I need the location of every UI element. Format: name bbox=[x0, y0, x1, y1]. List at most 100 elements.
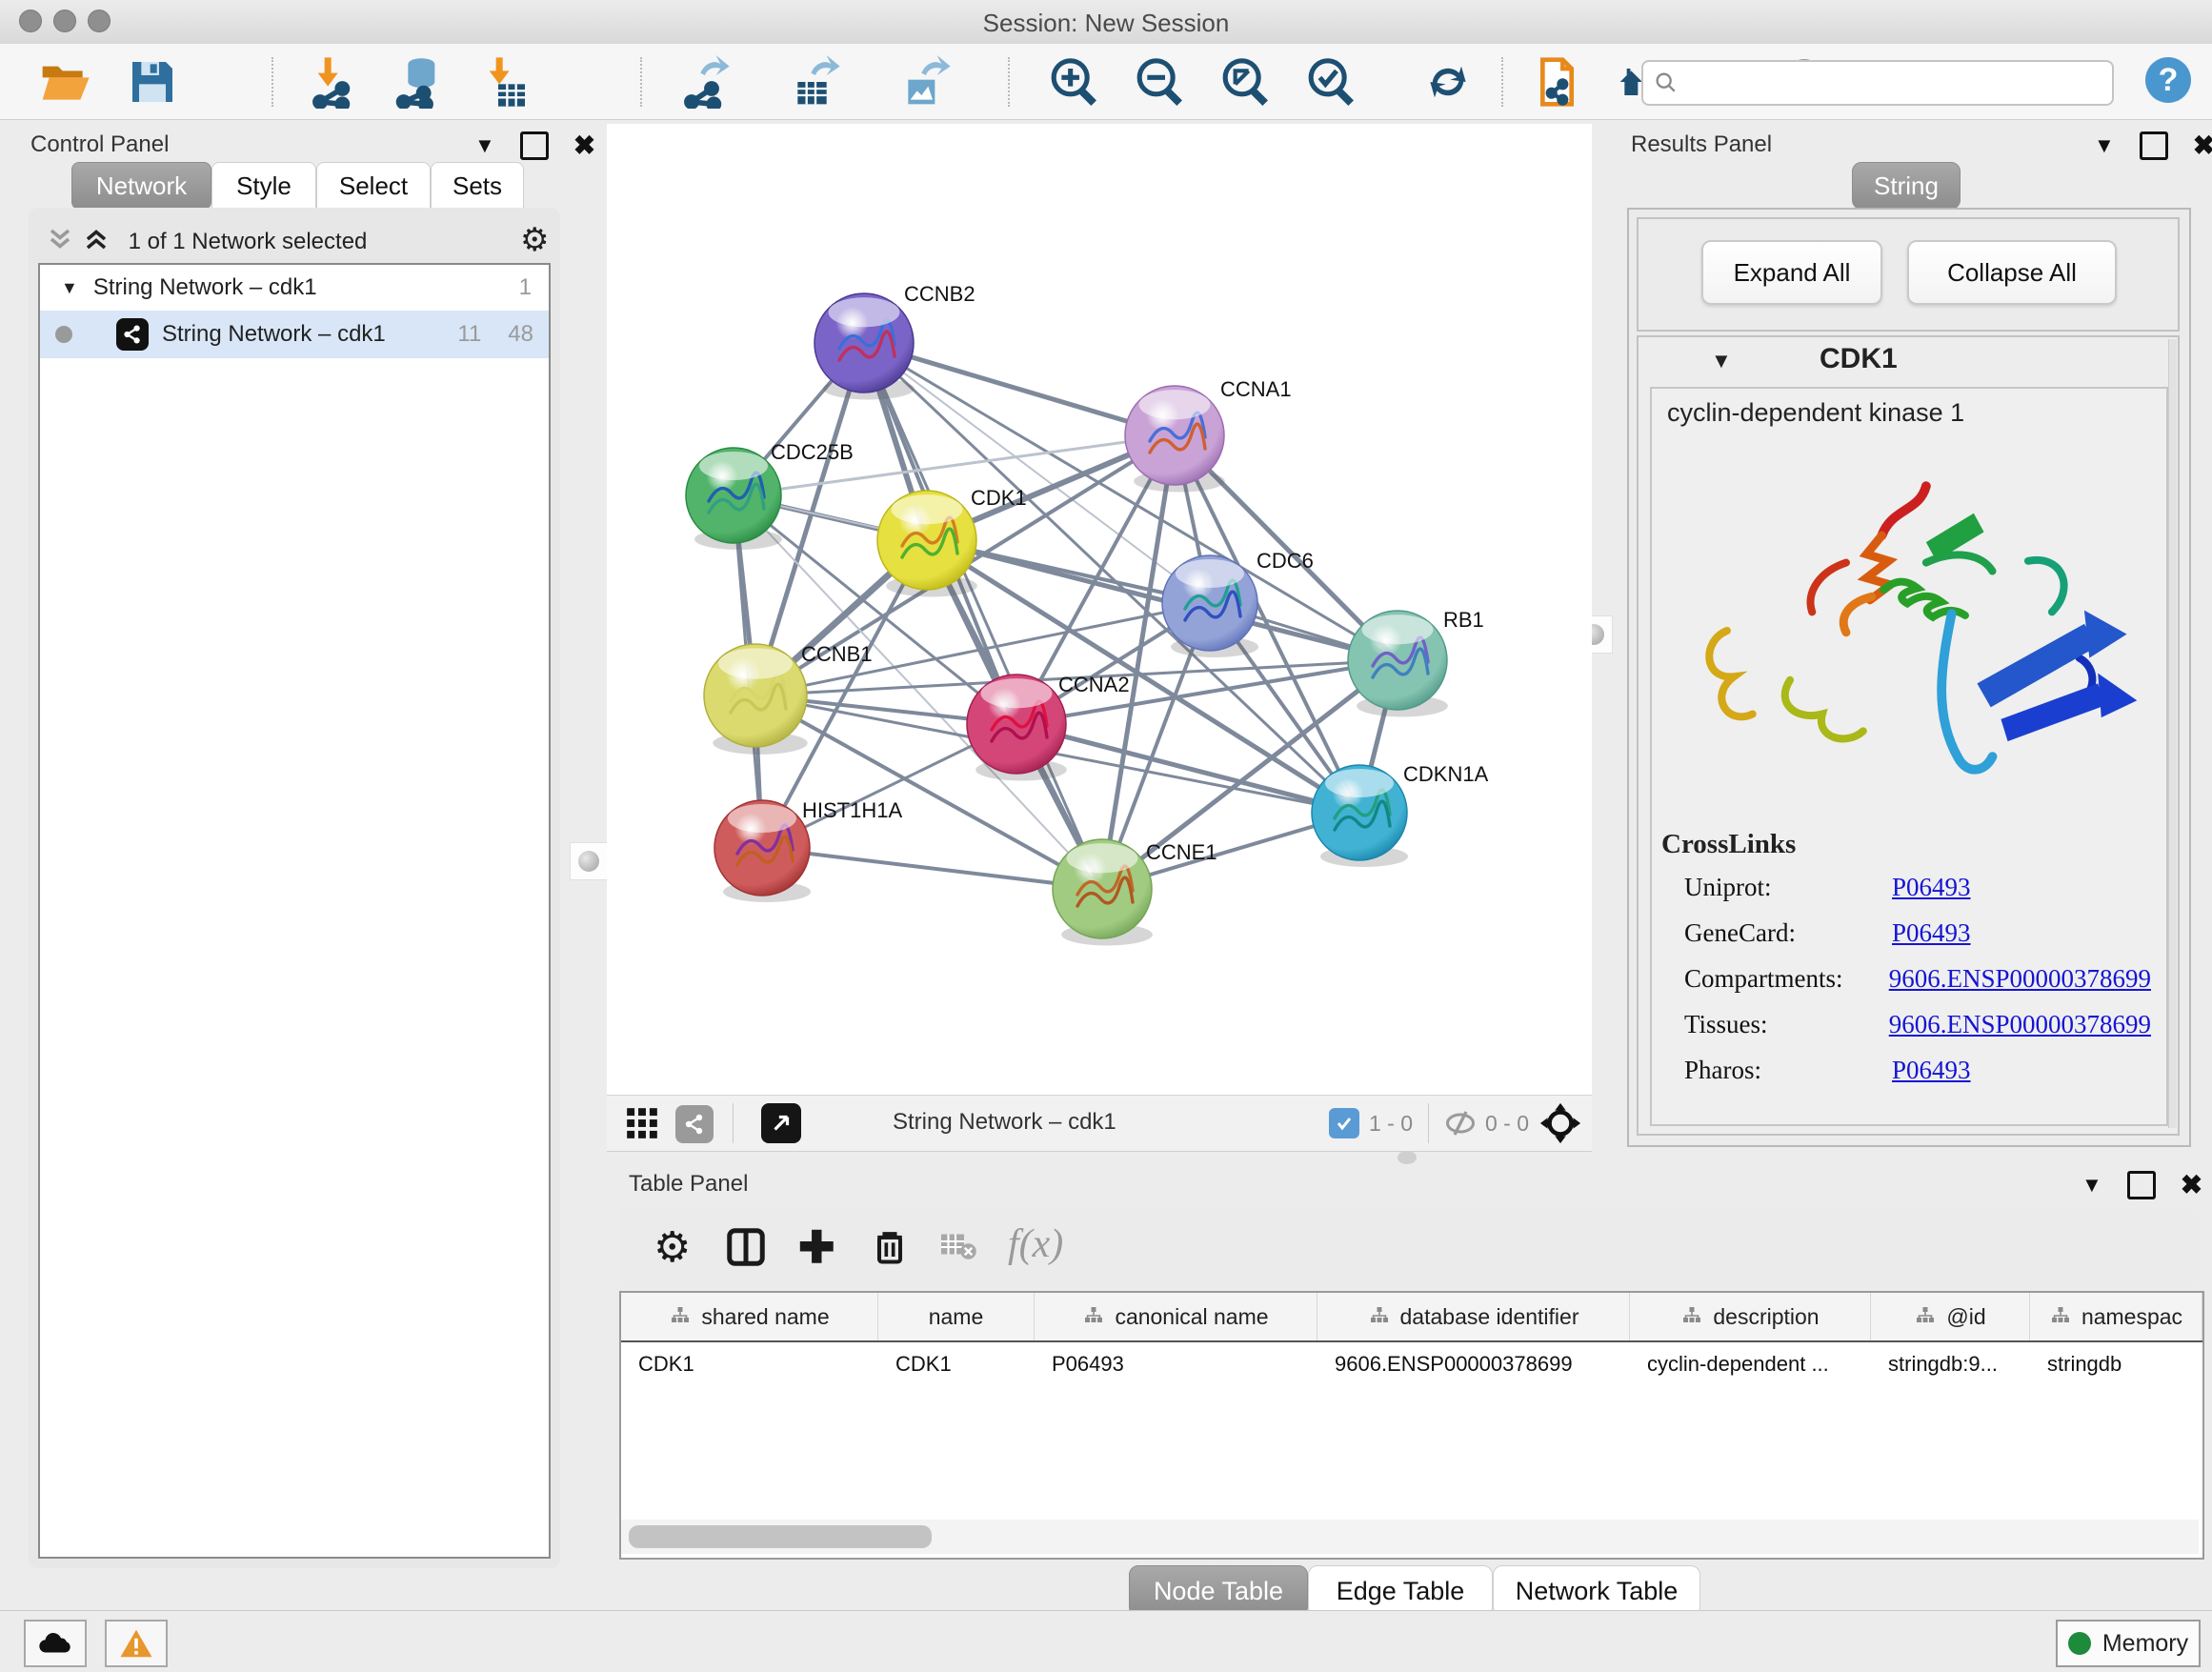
table-cell[interactable]: stringdb bbox=[2030, 1342, 2202, 1386]
fit-crosshair-icon[interactable] bbox=[1538, 1101, 1582, 1145]
open-session-button[interactable] bbox=[38, 55, 91, 109]
crosslink-link[interactable]: P06493 bbox=[1892, 873, 1971, 902]
collapse-panel-icon[interactable]: ▼ bbox=[2081, 1173, 2102, 1198]
column-header-description[interactable]: description bbox=[1630, 1293, 1871, 1340]
zoom-in-button[interactable] bbox=[1046, 55, 1099, 109]
hidden-eye-slash-icon[interactable] bbox=[1443, 1106, 1478, 1140]
search-field[interactable] bbox=[1641, 60, 2114, 106]
refresh-button[interactable] bbox=[1421, 55, 1475, 109]
crosslink-link[interactable]: 9606.ENSP00000378699 bbox=[1889, 964, 2151, 994]
table-settings-gear-icon[interactable]: ⚙ bbox=[654, 1223, 691, 1272]
tab-node-table[interactable]: Node Table bbox=[1129, 1565, 1308, 1617]
gene-collapse-icon[interactable]: ▼ bbox=[1711, 349, 1732, 373]
tab-network-table[interactable]: Network Table bbox=[1493, 1565, 1700, 1617]
table-cell[interactable]: cyclin-dependent ... bbox=[1630, 1342, 1871, 1386]
network-row[interactable]: String Network – cdk1 11 48 bbox=[40, 311, 549, 358]
collapse-panel-icon[interactable]: ▼ bbox=[2094, 133, 2115, 158]
crosslink-link[interactable]: 9606.ENSP00000378699 bbox=[1889, 1010, 2151, 1039]
table-row[interactable]: CDK1CDK1P064939606.ENSP00000378699cyclin… bbox=[621, 1342, 2202, 1386]
tab-network[interactable]: Network bbox=[71, 162, 211, 210]
node-label-ccna2: CCNA2 bbox=[1058, 673, 1130, 696]
tab-style[interactable]: Style bbox=[211, 162, 316, 210]
import-database-button[interactable] bbox=[392, 55, 446, 109]
delete-column-trash-icon[interactable] bbox=[869, 1225, 911, 1267]
selected-checkbox-icon[interactable] bbox=[1329, 1108, 1359, 1138]
zoom-fit-button[interactable] bbox=[1217, 55, 1271, 109]
birds-eye-view-icon[interactable] bbox=[624, 1105, 660, 1141]
close-panel-icon[interactable]: ✖ bbox=[573, 130, 595, 161]
help-button[interactable]: ? bbox=[2145, 57, 2191, 103]
network-node-cdc6[interactable] bbox=[1162, 555, 1258, 657]
export-image-button[interactable] bbox=[899, 55, 953, 109]
string-network-graph[interactable]: CCNB2CCNA1CDC25BCDK1CDC6RB1CCNB1CCNA2CDK… bbox=[607, 124, 1592, 1095]
table-cell[interactable]: CDK1 bbox=[621, 1342, 878, 1386]
column-header-database-identifier[interactable]: database identifier bbox=[1317, 1293, 1630, 1340]
import-table-button[interactable] bbox=[478, 55, 532, 109]
table-panel-tabs: Node TableEdge TableNetwork Table bbox=[1129, 1565, 1700, 1617]
expand-all-button[interactable]: Expand All bbox=[1701, 240, 1882, 305]
warnings-button[interactable] bbox=[105, 1620, 168, 1667]
show-columns-icon[interactable] bbox=[724, 1225, 768, 1269]
add-column-icon[interactable]: ✚ bbox=[798, 1221, 835, 1273]
network-node-ccne1[interactable] bbox=[1053, 839, 1153, 945]
tab-sets[interactable]: Sets bbox=[431, 162, 524, 210]
close-panel-icon[interactable]: ✖ bbox=[2181, 1169, 2202, 1200]
crosslink-link[interactable]: P06493 bbox=[1892, 1056, 1971, 1085]
float-panel-icon[interactable] bbox=[520, 131, 549, 160]
table-cell[interactable]: stringdb:9... bbox=[1871, 1342, 2030, 1386]
memory-button[interactable]: Memory bbox=[2056, 1620, 2201, 1667]
network-node-ccna1[interactable] bbox=[1125, 386, 1225, 492]
table-cell[interactable]: CDK1 bbox=[878, 1342, 1035, 1386]
zoom-out-button[interactable] bbox=[1132, 55, 1185, 109]
hierarchy-sort-icon bbox=[1680, 1305, 1703, 1328]
share-network-icon[interactable] bbox=[675, 1105, 714, 1143]
function-builder-icon[interactable]: f(x) bbox=[1008, 1221, 1063, 1267]
network-view-canvas[interactable]: CCNB2CCNA1CDC25BCDK1CDC6RB1CCNB1CCNA2CDK… bbox=[607, 124, 1592, 1095]
network-edge[interactable] bbox=[762, 848, 1102, 889]
close-panel-icon[interactable]: ✖ bbox=[2193, 130, 2212, 161]
network-node-ccna2[interactable] bbox=[967, 675, 1067, 780]
export-table-button[interactable] bbox=[789, 55, 842, 109]
table-horizontal-scrollbar[interactable] bbox=[621, 1520, 2199, 1554]
column-header-label: database identifier bbox=[1400, 1304, 1579, 1330]
network-node-cdkn1a[interactable] bbox=[1312, 765, 1408, 867]
document-network-button[interactable] bbox=[1534, 55, 1587, 109]
cloud-button[interactable] bbox=[24, 1620, 87, 1667]
float-panel-icon[interactable] bbox=[2140, 131, 2168, 160]
left-splitter-handle[interactable] bbox=[570, 842, 608, 880]
column-header-shared-name[interactable]: shared name bbox=[621, 1293, 878, 1340]
toolbar-separator bbox=[640, 57, 642, 107]
results-scrollbar[interactable] bbox=[2168, 339, 2177, 1128]
crosslink-link[interactable]: P06493 bbox=[1892, 918, 1971, 948]
collapse-all-button[interactable]: Collapse All bbox=[1907, 240, 2117, 305]
zoom-selected-button[interactable] bbox=[1303, 55, 1357, 109]
network-node-count: 11 bbox=[457, 321, 481, 348]
network-node-rb1[interactable] bbox=[1348, 611, 1448, 716]
table-cell[interactable]: P06493 bbox=[1035, 1342, 1317, 1386]
tab-edge-table[interactable]: Edge Table bbox=[1308, 1565, 1493, 1617]
delete-table-icon[interactable] bbox=[939, 1233, 977, 1261]
network-collection-row[interactable]: ▼ String Network – cdk1 1 bbox=[40, 265, 549, 311]
import-network-button[interactable] bbox=[307, 55, 360, 109]
column-header--id[interactable]: @id bbox=[1871, 1293, 2030, 1340]
column-header-namespac[interactable]: namespac bbox=[2030, 1293, 2202, 1340]
export-network-button[interactable] bbox=[678, 55, 732, 109]
tree-expand-icon[interactable]: ▼ bbox=[61, 278, 78, 298]
network-node-hist1h1a[interactable] bbox=[714, 800, 811, 902]
search-input[interactable] bbox=[1689, 70, 2112, 96]
tab-select[interactable]: Select bbox=[316, 162, 431, 210]
table-cell[interactable]: 9606.ENSP00000378699 bbox=[1317, 1342, 1630, 1386]
column-header-canonical-name[interactable]: canonical name bbox=[1035, 1293, 1317, 1340]
column-header-name[interactable]: name bbox=[878, 1293, 1035, 1340]
scrollbar-thumb[interactable] bbox=[629, 1525, 932, 1548]
network-node-ccnb2[interactable] bbox=[814, 293, 915, 399]
collapse-panel-icon[interactable]: ▼ bbox=[474, 133, 495, 158]
network-node-cdk1[interactable] bbox=[877, 491, 977, 596]
network-node-ccnb1[interactable] bbox=[704, 644, 808, 755]
save-session-button[interactable] bbox=[126, 55, 179, 109]
network-options-gear-icon[interactable]: ⚙ bbox=[520, 221, 549, 259]
network-node-cdc25b[interactable] bbox=[686, 448, 782, 550]
tab-string[interactable]: String bbox=[1852, 162, 1961, 210]
open-view-in-window-icon[interactable] bbox=[761, 1103, 801, 1143]
float-panel-icon[interactable] bbox=[2127, 1171, 2156, 1199]
